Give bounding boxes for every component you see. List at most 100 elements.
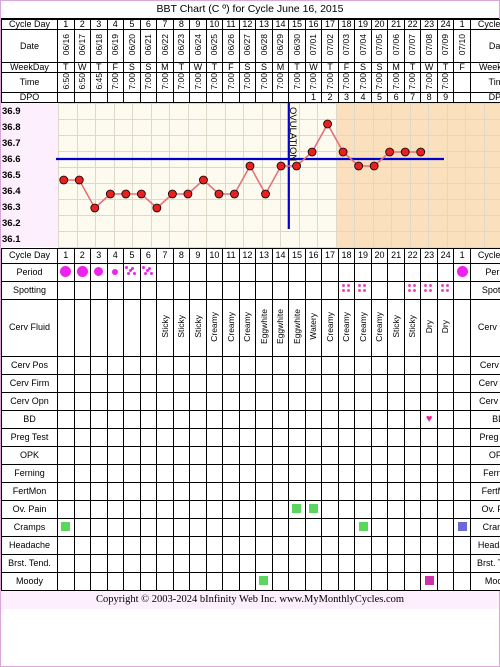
- cerv-opn-cell[interactable]: [436, 391, 455, 411]
- brst-tend-cell[interactable]: [205, 553, 224, 573]
- temp-grid-cell[interactable]: [169, 182, 189, 200]
- dpo-cell[interactable]: [288, 91, 306, 103]
- period-cell[interactable]: [73, 262, 92, 282]
- cerv-opn-cell[interactable]: [106, 391, 125, 411]
- headache-cell[interactable]: [354, 535, 372, 555]
- opk-cell[interactable]: [370, 445, 389, 465]
- cerv-fluid-cell[interactable]: Dry: [420, 298, 438, 357]
- dpo-cell[interactable]: [189, 91, 207, 103]
- cramps-cell[interactable]: [139, 517, 158, 537]
- temp-grid-cell[interactable]: [224, 230, 245, 248]
- period-cell[interactable]: [255, 262, 273, 282]
- ov-pain-cell[interactable]: [139, 499, 158, 519]
- temp-grid-cell[interactable]: [243, 230, 263, 248]
- temp-grid-cell[interactable]: [169, 198, 189, 216]
- opk-cell[interactable]: [222, 445, 240, 465]
- spotting-cell[interactable]: [271, 280, 290, 300]
- temp-grid-cell[interactable]: [224, 214, 245, 232]
- temp-grid-cell[interactable]: [428, 214, 448, 232]
- fertmon-cell[interactable]: [57, 481, 75, 501]
- temp-grid-cell[interactable]: [483, 102, 500, 120]
- cycle-day-cell[interactable]: 21: [387, 247, 405, 264]
- period-cell[interactable]: [420, 262, 438, 282]
- temp-grid-cell[interactable]: [391, 150, 411, 168]
- brst-tend-cell[interactable]: [337, 553, 356, 573]
- cerv-firm-cell[interactable]: [73, 373, 92, 393]
- cycle-day-cell[interactable]: 6: [139, 247, 158, 264]
- headache-cell[interactable]: [106, 535, 125, 555]
- headache-cell[interactable]: [205, 535, 224, 555]
- cerv-fluid-cell[interactable]: [90, 298, 108, 357]
- cerv-firm-cell[interactable]: [453, 373, 471, 393]
- dpo-cell[interactable]: [271, 91, 290, 103]
- weekday-cell[interactable]: T: [436, 62, 455, 73]
- opk-cell[interactable]: [304, 445, 323, 465]
- spotting-cell[interactable]: [238, 280, 257, 300]
- fertmon-cell[interactable]: [123, 481, 141, 501]
- spotting-cell[interactable]: [370, 280, 389, 300]
- weekday-cell[interactable]: T: [57, 62, 75, 73]
- cycle-day-cell[interactable]: 3: [90, 247, 108, 264]
- weekday-cell[interactable]: T: [403, 62, 422, 73]
- preg-test-cell[interactable]: [255, 427, 273, 447]
- date-cell[interactable]: 06/17: [73, 29, 92, 63]
- temp-grid-cell[interactable]: [280, 166, 300, 184]
- temp-grid-cell[interactable]: [409, 230, 430, 248]
- headache-cell[interactable]: [57, 535, 75, 555]
- moody-cell[interactable]: [354, 571, 372, 591]
- cerv-fluid-cell[interactable]: Creamy: [337, 298, 356, 357]
- date-cell[interactable]: 07/06: [387, 29, 405, 63]
- spotting-cell[interactable]: [304, 280, 323, 300]
- fertmon-cell[interactable]: [222, 481, 240, 501]
- temp-grid-cell[interactable]: [317, 214, 337, 232]
- temp-grid-cell[interactable]: [446, 182, 467, 200]
- weekday-cell[interactable]: W: [73, 62, 92, 73]
- cramps-cell[interactable]: [172, 517, 191, 537]
- temp-grid-cell[interactable]: [391, 198, 411, 216]
- spotting-cell[interactable]: [354, 280, 372, 300]
- temp-grid-cell[interactable]: [150, 150, 171, 168]
- cerv-opn-cell[interactable]: [123, 391, 141, 411]
- moody-cell[interactable]: [205, 571, 224, 591]
- temp-grid-cell[interactable]: [280, 102, 300, 120]
- temp-grid-cell[interactable]: [113, 198, 134, 216]
- brst-tend-cell[interactable]: [354, 553, 372, 573]
- cramps-cell[interactable]: [222, 517, 240, 537]
- temp-grid-cell[interactable]: [483, 134, 500, 152]
- temp-grid-cell[interactable]: [391, 182, 411, 200]
- bd-cell[interactable]: ♥: [420, 409, 438, 429]
- temp-grid-cell[interactable]: [354, 214, 374, 232]
- dpo-cell[interactable]: 1: [304, 91, 323, 103]
- opk-cell[interactable]: [172, 445, 191, 465]
- bd-cell[interactable]: [238, 409, 257, 429]
- preg-test-cell[interactable]: [139, 427, 158, 447]
- temp-grid-cell[interactable]: [261, 118, 282, 136]
- cerv-firm-cell[interactable]: [370, 373, 389, 393]
- temp-grid-cell[interactable]: [206, 118, 226, 136]
- fertmon-cell[interactable]: [156, 481, 174, 501]
- headache-cell[interactable]: [304, 535, 323, 555]
- spotting-cell[interactable]: [321, 280, 339, 300]
- temp-grid-cell[interactable]: [95, 150, 115, 168]
- headache-cell[interactable]: [139, 535, 158, 555]
- cycle-day-cell[interactable]: 5: [123, 247, 141, 264]
- brst-tend-cell[interactable]: [106, 553, 125, 573]
- cerv-opn-cell[interactable]: [420, 391, 438, 411]
- headache-cell[interactable]: [321, 535, 339, 555]
- temp-grid-cell[interactable]: [58, 134, 78, 152]
- fertmon-cell[interactable]: [238, 481, 257, 501]
- temp-grid-cell[interactable]: [150, 230, 171, 248]
- cerv-fluid-cell[interactable]: Eggwhite: [271, 298, 290, 357]
- cycle-day-cell[interactable]: 19: [354, 247, 372, 264]
- weekday-cell[interactable]: T: [288, 62, 306, 73]
- cramps-cell[interactable]: [304, 517, 323, 537]
- temp-grid-cell[interactable]: [372, 230, 393, 248]
- time-cell[interactable]: 7:00: [172, 72, 191, 93]
- time-cell[interactable]: [453, 72, 471, 93]
- temp-grid-cell[interactable]: [58, 102, 78, 120]
- time-cell[interactable]: 6:50: [73, 72, 92, 93]
- temp-grid-cell[interactable]: [335, 182, 356, 200]
- brst-tend-cell[interactable]: [271, 553, 290, 573]
- dpo-cell[interactable]: [453, 91, 471, 103]
- cycle-day-cell[interactable]: 14: [271, 19, 290, 30]
